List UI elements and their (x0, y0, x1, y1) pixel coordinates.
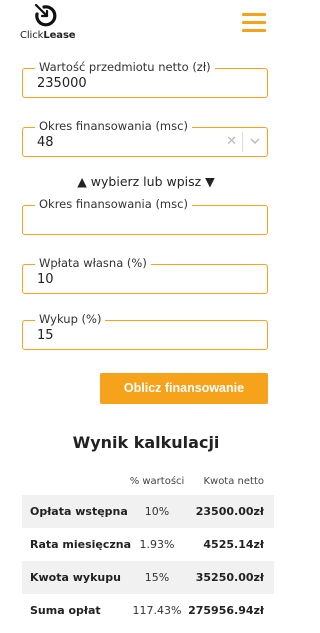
logo-text: ClickLease (20, 30, 76, 41)
table-row: Rata miesięczna 1.93% 4525.14zł (22, 528, 274, 561)
down-payment-label: Wpłata własna (%) (35, 256, 151, 270)
row-label: Opłata wstępna (30, 505, 128, 518)
choose-or-type-hint: ▲ wybierz lub wpisz ▼ (77, 174, 215, 189)
hamburger-menu-icon[interactable] (240, 10, 268, 36)
table-header-row: % wartości Kwota netto (22, 467, 274, 495)
column-header-amount: Kwota netto (203, 475, 264, 487)
row-amount: 4525.14zł (203, 538, 264, 551)
clicklease-logo[interactable]: ClickLease (20, 4, 76, 44)
clear-icon[interactable]: ✕ (226, 133, 237, 151)
row-label: Kwota wykupu (30, 571, 121, 584)
row-percent: 10% (144, 505, 170, 518)
row-percent: 1.93% (139, 538, 175, 551)
financing-period-select[interactable]: Okres finansowania (msc) 48 ✕ (22, 119, 268, 157)
table-row: Suma opłat 117.43% 275956.94zł (22, 594, 274, 627)
logo-text-bold: Lease (43, 30, 76, 41)
column-header-percent: % wartości (129, 475, 185, 487)
down-payment-field[interactable]: Wpłata własna (%) 10 (22, 256, 268, 294)
financing-period-select-value[interactable]: 48 (37, 135, 54, 150)
select-divider (242, 132, 243, 152)
table-row: Opłata wstępna 10% 23500.00zł (22, 495, 274, 528)
buyout-input[interactable]: 15 (37, 328, 54, 343)
row-label: Rata miesięczna (30, 538, 132, 551)
net-value-label: Wartość przedmiotu netto (zł) (35, 60, 215, 74)
financing-period-input-label: Okres finansowania (msc) (35, 197, 192, 211)
net-value-input[interactable]: 235000 (37, 76, 87, 91)
calculate-financing-button[interactable]: Oblicz finansowanie (100, 373, 268, 404)
result-table: % wartości Kwota netto Opłata wstępna 10… (22, 467, 274, 627)
financing-period-input[interactable] (33, 210, 257, 230)
financing-period-select-label: Okres finansowania (msc) (35, 119, 192, 133)
logo-mark-icon (34, 4, 57, 27)
buyout-field[interactable]: Wykup (%) 15 (22, 312, 268, 350)
financing-period-input-field[interactable]: Okres finansowania (msc) (22, 197, 268, 235)
buyout-label: Wykup (%) (35, 312, 106, 326)
row-amount: 23500.00zł (195, 505, 264, 518)
chevron-down-icon[interactable] (249, 135, 261, 147)
row-amount: 275956.94zł (188, 604, 264, 617)
down-payment-input[interactable]: 10 (37, 272, 54, 287)
row-percent: 15% (144, 571, 170, 584)
row-amount: 35250.00zł (195, 571, 264, 584)
net-value-field[interactable]: Wartość przedmiotu netto (zł) 235000 (22, 60, 268, 98)
row-percent: 117.43% (132, 604, 182, 617)
table-row: Kwota wykupu 15% 35250.00zł (22, 561, 274, 594)
app-header: ClickLease (0, 0, 292, 48)
result-title: Wynik kalkulacji (72, 433, 220, 452)
logo-text-regular: Click (20, 30, 44, 41)
row-label: Suma opłat (30, 604, 101, 617)
